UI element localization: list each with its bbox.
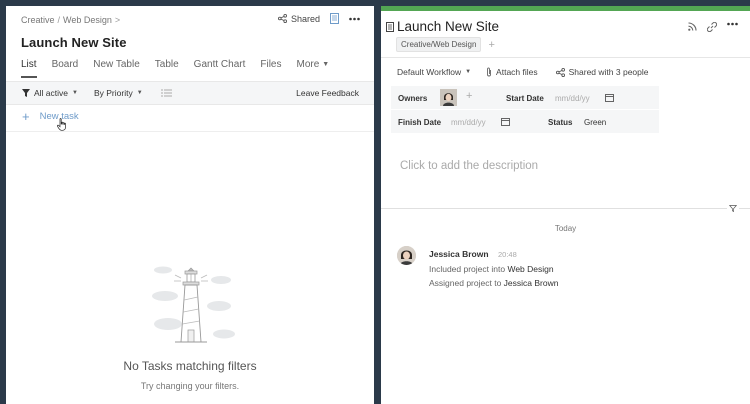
breadcrumb-web-design[interactable]: Web Design xyxy=(63,15,112,25)
status-color-bar xyxy=(381,6,750,11)
activity-included-text: Included project into xyxy=(429,264,506,274)
finish-date-input[interactable]: mm/dd/yy xyxy=(451,118,486,127)
task-fields: Owners + Start Date mm/dd/yy Finish Date… xyxy=(391,86,659,133)
calendar-icon[interactable] xyxy=(605,93,614,102)
attach-files-label: Attach files xyxy=(496,67,538,77)
activity-time: 20:48 xyxy=(498,250,517,259)
paperclip-icon xyxy=(487,67,491,77)
breadcrumb-creative[interactable]: Creative xyxy=(21,15,55,25)
list-icon[interactable] xyxy=(160,89,172,97)
activity-line-assigned: Assigned project to Jessica Brown xyxy=(429,278,558,288)
activity-assigned-text: Assigned project to xyxy=(429,278,502,288)
owner-avatar[interactable] xyxy=(440,89,457,106)
leave-feedback-link[interactable]: Leave Feedback xyxy=(296,88,359,98)
tab-list[interactable]: List xyxy=(21,59,37,78)
description-field[interactable]: Click to add the description xyxy=(400,160,538,172)
funnel-icon[interactable] xyxy=(727,203,739,214)
tab-files[interactable]: Files xyxy=(260,59,281,78)
task-header-actions xyxy=(688,22,738,32)
task-divider xyxy=(6,131,374,132)
sort-filter-label: By Priority xyxy=(93,88,133,98)
plus-icon: + xyxy=(22,109,30,124)
shared-with-label: Shared with 3 people xyxy=(568,67,649,77)
empty-state-title: No Tasks matching filters xyxy=(123,359,257,373)
tag-row: Creative/Web Design + xyxy=(396,37,495,52)
tab-more-label: More xyxy=(296,59,320,70)
lighthouse-illustration-icon xyxy=(152,266,235,343)
rss-icon[interactable] xyxy=(688,22,697,31)
tab-board[interactable]: Board xyxy=(52,59,79,78)
task-toolbar: Default Workflow ▼ Attach files Shared w… xyxy=(397,67,649,77)
task-detail-panel: Launch New Site Creative/Web Design + De… xyxy=(381,6,750,404)
folder-tag[interactable]: Creative/Web Design xyxy=(396,37,482,52)
new-task-button[interactable]: + New task xyxy=(22,110,79,123)
activity-assignee-link[interactable]: Jessica Brown xyxy=(504,278,559,288)
shared-with-button[interactable]: Shared with 3 people xyxy=(555,67,649,77)
view-tabs: List Board New Table Table Gantt Chart F… xyxy=(21,59,329,78)
filter-icon xyxy=(22,89,30,97)
tab-new-table[interactable]: New Table xyxy=(93,59,140,78)
status-value[interactable]: Green xyxy=(584,118,606,127)
finish-date-label: Finish Date xyxy=(398,118,442,127)
document-icon[interactable] xyxy=(330,13,339,24)
attach-files-button[interactable]: Attach files xyxy=(486,67,538,77)
tab-more[interactable]: More ▼ xyxy=(297,59,330,78)
person-avatar-icon xyxy=(397,246,416,265)
share-icon xyxy=(277,14,287,23)
project-panel: Creative / Web Design > Shared Launch Ne… xyxy=(6,6,374,404)
filter-bar: All active ▼ By Priority ▼ Leave Feedbac… xyxy=(6,81,374,105)
caret-down-icon: ▼ xyxy=(72,90,78,96)
activity-line-included: Included project into Web Design xyxy=(429,264,554,274)
status-filter[interactable]: All active ▼ xyxy=(22,88,78,98)
project-title: Launch New Site xyxy=(21,35,127,50)
description-divider xyxy=(381,208,750,209)
hand-cursor-icon xyxy=(57,118,66,131)
start-date-input[interactable]: mm/dd/yy xyxy=(555,94,590,103)
activity-day-label: Today xyxy=(554,224,577,233)
start-date-label: Start Date xyxy=(506,94,544,103)
activity-project-link[interactable]: Web Design xyxy=(507,264,553,274)
owners-label: Owners xyxy=(398,94,428,103)
person-avatar-icon xyxy=(440,89,457,106)
workflow-dropdown[interactable]: Default Workflow ▼ xyxy=(397,67,471,77)
caret-down-icon: ▼ xyxy=(322,61,330,68)
activity-avatar[interactable] xyxy=(397,246,416,265)
more-icon[interactable] xyxy=(349,17,360,21)
breadcrumb-chevron: > xyxy=(114,15,121,25)
task-title[interactable]: Launch New Site xyxy=(397,19,499,34)
share-icon xyxy=(555,67,565,77)
tab-gantt-chart[interactable]: Gantt Chart xyxy=(194,59,246,78)
project-actions: Shared xyxy=(277,13,360,24)
breadcrumb: Creative / Web Design > xyxy=(21,15,120,25)
breadcrumb-separator: / xyxy=(57,15,61,25)
fields-divider xyxy=(391,109,659,110)
caret-down-icon: ▼ xyxy=(136,90,143,96)
empty-state-subtitle: Try changing your filters. xyxy=(140,381,240,391)
link-icon[interactable] xyxy=(707,22,717,32)
tab-table[interactable]: Table xyxy=(155,59,179,78)
status-filter-label: All active xyxy=(34,88,69,98)
more-icon[interactable] xyxy=(727,22,738,26)
sort-filter[interactable]: By Priority ▼ xyxy=(94,88,143,98)
add-tag-button[interactable]: + xyxy=(488,39,494,51)
activity-user-name[interactable]: Jessica Brown xyxy=(429,249,489,259)
header-divider xyxy=(381,57,750,58)
add-owner-button[interactable]: + xyxy=(466,90,472,102)
shared-label: Shared xyxy=(290,13,320,24)
caret-down-icon: ▼ xyxy=(465,69,472,75)
workflow-label: Default Workflow xyxy=(397,67,462,77)
shared-button[interactable]: Shared xyxy=(277,13,320,24)
task-title-row: Launch New Site xyxy=(386,19,499,34)
document-icon xyxy=(386,21,394,32)
calendar-icon[interactable] xyxy=(501,117,510,126)
status-label: Status xyxy=(548,118,573,127)
